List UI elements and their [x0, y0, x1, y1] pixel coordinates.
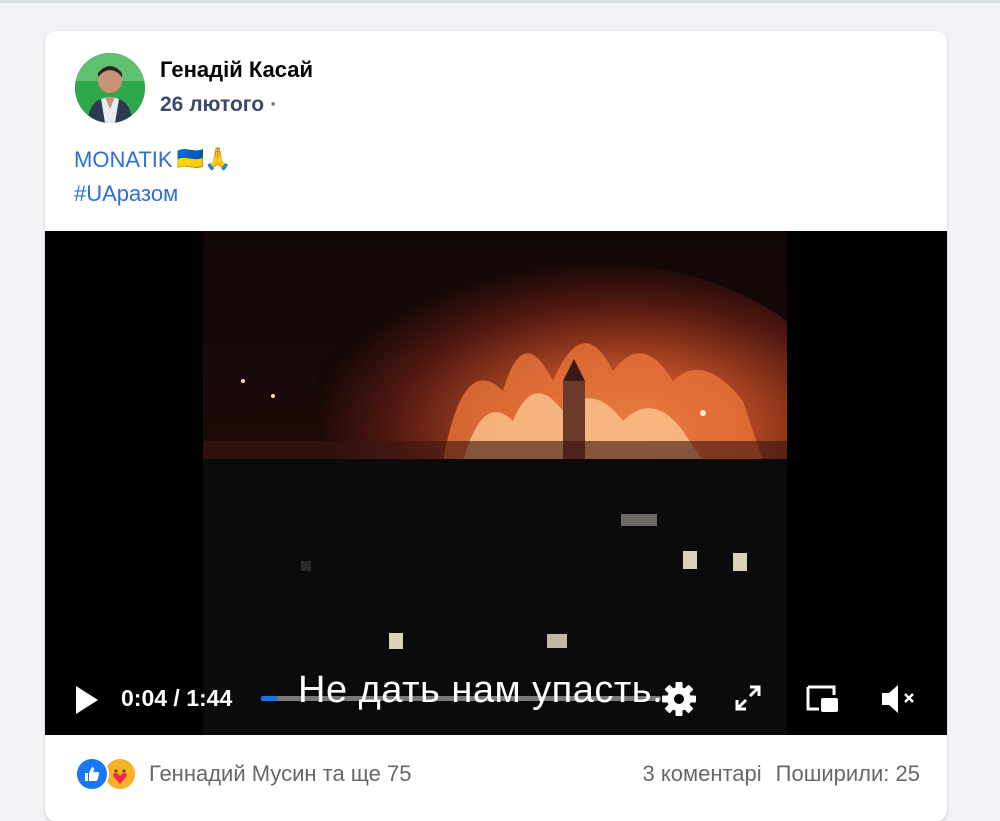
monatik-link[interactable]: MONATIK	[74, 143, 173, 177]
video-scene	[203, 231, 787, 735]
shares-count[interactable]: Поширили: 25	[776, 761, 920, 787]
picture-in-picture-icon[interactable]	[805, 681, 841, 717]
post-text-line: MONATIK 🇺🇦🙏	[74, 143, 231, 177]
hashtag-line: #UAразом	[74, 177, 231, 211]
video-time: 0:04 / 1:44	[121, 685, 233, 711]
avatar[interactable]	[75, 53, 145, 123]
video-player[interactable]: Не дать нам упасть... 0:04 / 1:44	[45, 231, 947, 735]
post-card: Генадій Касай 26 лютого · MONATIK 🇺🇦🙏 #U…	[45, 31, 947, 821]
play-icon[interactable]	[72, 683, 102, 717]
like-reaction-icon	[75, 757, 109, 791]
top-border	[0, 0, 1000, 3]
expand-icon[interactable]	[733, 683, 763, 713]
post-text: MONATIK 🇺🇦🙏 #UAразом	[74, 143, 231, 211]
post-footer: Геннадий Мусин та ще 75 3 коментарі Поши…	[75, 757, 920, 797]
post-header: Генадій Касай 26 лютого ·	[75, 51, 915, 123]
avatar-image	[75, 53, 145, 123]
mute-icon[interactable]	[879, 681, 919, 717]
progress-bar[interactable]	[261, 696, 661, 701]
progress-fill	[261, 696, 277, 701]
author-name[interactable]: Генадій Касай	[160, 57, 313, 83]
post-date[interactable]: 26 лютого	[160, 93, 264, 117]
gear-icon[interactable]	[659, 679, 699, 719]
comments-count[interactable]: 3 коментарі	[643, 761, 762, 787]
reactions[interactable]: Геннадий Мусин та ще 75	[75, 757, 411, 791]
video-frame[interactable]	[203, 231, 787, 735]
flag-pray-emoji: 🇺🇦🙏	[176, 147, 232, 172]
reactors-text[interactable]: Геннадий Мусин та ще 75	[149, 761, 411, 787]
post-counts: 3 коментарі Поширили: 25	[643, 761, 921, 787]
meta-separator: ·	[270, 93, 278, 116]
post-meta: 26 лютого ·	[160, 93, 277, 117]
hashtag-link[interactable]: #UAразом	[74, 177, 178, 211]
video-controls: 0:04 / 1:44	[45, 671, 947, 735]
